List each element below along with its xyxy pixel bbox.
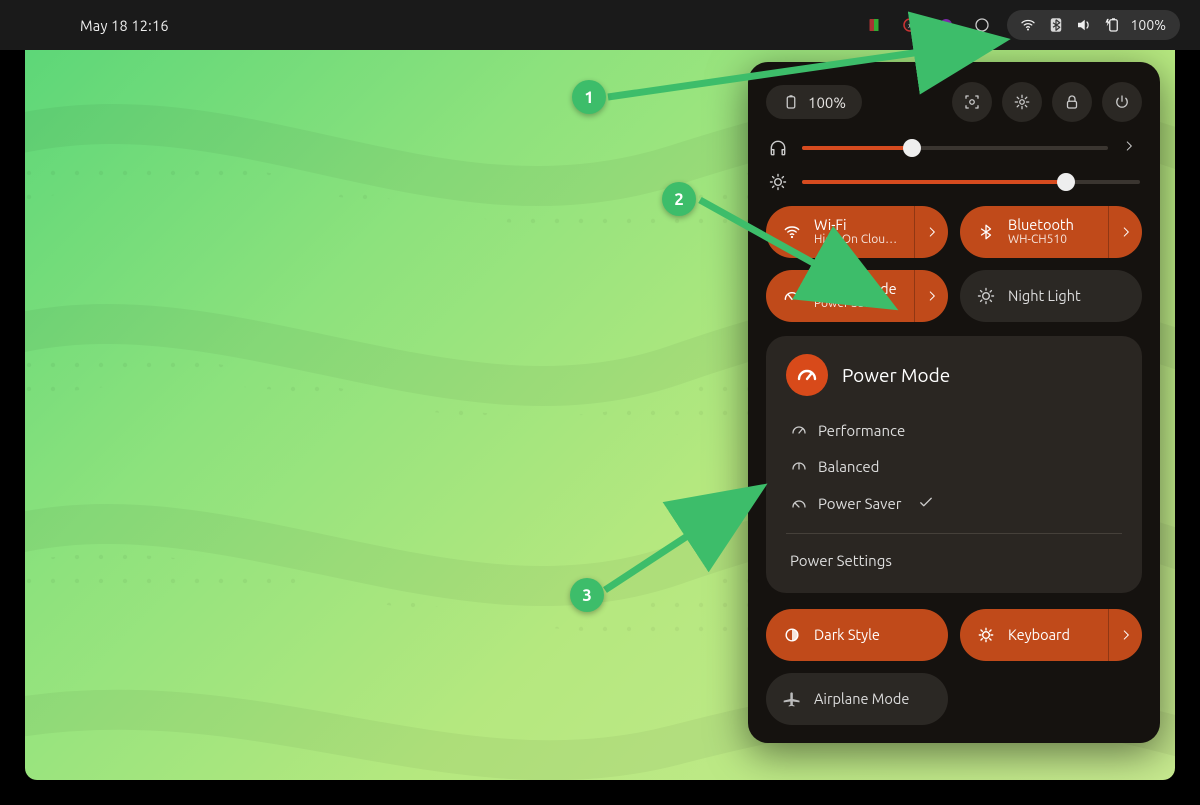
brightness-icon <box>768 172 788 192</box>
gauge-low-icon <box>790 495 808 513</box>
dark-style-tile[interactable]: Dark Style <box>766 609 948 661</box>
power-settings-link[interactable]: Power Settings <box>786 548 1122 573</box>
gauge-mid-icon <box>790 457 808 475</box>
airplane-mode-tile[interactable]: Airplane Mode <box>766 673 948 725</box>
gauge-icon <box>782 286 802 306</box>
clock[interactable]: May 18 12:16 <box>80 17 169 34</box>
volume-slider-row <box>768 138 1140 158</box>
bluetooth-expand[interactable] <box>1108 206 1142 258</box>
power-mode-tile[interactable]: Power ModePower Saver <box>766 270 948 322</box>
power-mode-label: Power Mode <box>814 281 914 298</box>
bluetooth-tile[interactable]: BluetoothWH-CH510 <box>960 206 1142 258</box>
wifi-expand[interactable] <box>914 206 948 258</box>
keyboard-label: Keyboard <box>1008 627 1108 644</box>
annotation-step-3: 3 <box>570 578 604 612</box>
gauge-badge-icon <box>786 354 828 396</box>
airplane-icon <box>782 689 802 709</box>
screenshot-button[interactable] <box>952 82 992 122</box>
wifi-icon <box>782 222 802 242</box>
power-mode-title: Power Mode <box>842 364 950 386</box>
svg-text:x: x <box>908 22 912 30</box>
volume-slider[interactable] <box>802 146 1108 150</box>
settings-button[interactable] <box>1002 82 1042 122</box>
lock-button[interactable] <box>1052 82 1092 122</box>
brightness-slider[interactable] <box>802 180 1140 184</box>
bluetooth-icon <box>1047 16 1065 34</box>
annotation-step-1: 1 <box>572 80 606 114</box>
power-option-saver[interactable]: Power Saver <box>786 484 1122 523</box>
wifi-icon <box>1019 16 1037 34</box>
headphones-icon <box>768 138 788 158</box>
bluetooth-icon <box>977 223 995 241</box>
gauge-high-icon <box>790 421 808 439</box>
battery-charging-icon <box>1103 16 1121 34</box>
tray-applet-2[interactable]: x <box>899 14 921 36</box>
wifi-sub: High On Clou… <box>814 233 914 247</box>
volume-icon <box>1075 16 1093 34</box>
dark-style-icon <box>782 625 802 645</box>
bluetooth-sub: WH-CH510 <box>1008 233 1108 247</box>
night-light-icon <box>976 286 996 306</box>
keyboard-brightness-icon <box>976 625 996 645</box>
airplane-label: Airplane Mode <box>814 691 934 708</box>
wifi-tile[interactable]: Wi-FiHigh On Clou… <box>766 206 948 258</box>
tray-applet-4[interactable] <box>971 14 993 36</box>
brightness-slider-row <box>768 172 1140 192</box>
check-icon <box>917 493 935 514</box>
power-mode-sub: Power Saver <box>814 297 914 311</box>
night-light-label: Night Light <box>1008 288 1128 305</box>
volume-expand[interactable] <box>1122 139 1140 157</box>
power-mode-expand[interactable] <box>914 270 948 322</box>
power-option-performance[interactable]: Performance <box>786 412 1122 448</box>
keyboard-tile[interactable]: Keyboard <box>960 609 1142 661</box>
battery-chip[interactable]: 100% <box>766 85 862 119</box>
battery-icon <box>782 93 800 111</box>
system-tray: x 100% <box>863 10 1180 40</box>
power-mode-submenu: Power Mode Performance Balanced Power Sa… <box>766 336 1142 593</box>
wifi-label: Wi-Fi <box>814 217 914 234</box>
bluetooth-label: Bluetooth <box>1008 217 1108 234</box>
keyboard-expand[interactable] <box>1108 609 1142 661</box>
top-bar: May 18 12:16 x 100% <box>0 0 1200 50</box>
night-light-tile[interactable]: Night Light <box>960 270 1142 322</box>
battery-percent-label: 100% <box>1131 17 1166 33</box>
divider <box>786 533 1122 534</box>
power-option-balanced[interactable]: Balanced <box>786 448 1122 484</box>
tray-applet-3[interactable] <box>935 14 957 36</box>
system-status-pill[interactable]: 100% <box>1007 10 1180 40</box>
quick-settings-panel: 100% Wi-FiHigh On Clou… Blueto <box>748 62 1160 743</box>
battery-chip-label: 100% <box>808 94 846 111</box>
annotation-step-2: 2 <box>662 182 696 216</box>
dark-style-label: Dark Style <box>814 627 934 644</box>
power-button[interactable] <box>1102 82 1142 122</box>
tray-applet-1[interactable] <box>863 14 885 36</box>
